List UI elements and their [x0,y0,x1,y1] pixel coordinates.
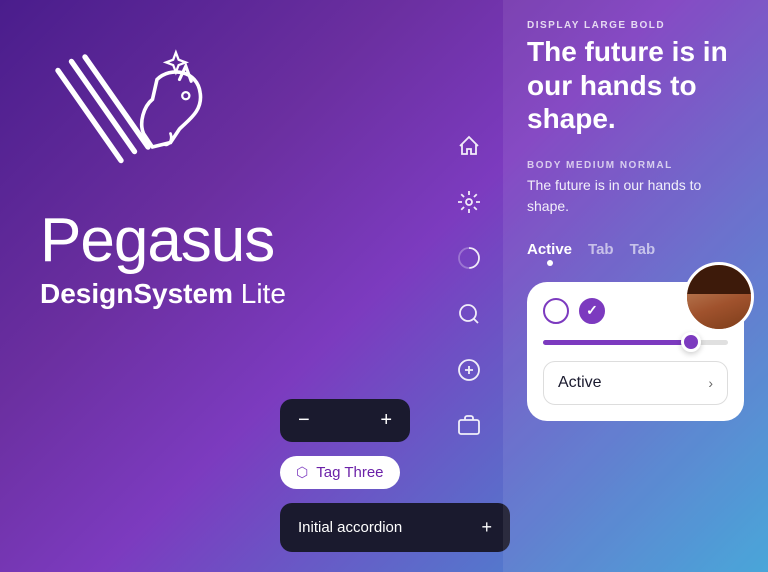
brand-name: Pegasus [40,210,286,272]
brand-subtitle-light: Lite [233,278,286,309]
nav-icons [455,0,483,572]
display-label: DISPLAY LARGE BOLD [527,20,744,31]
dropdown[interactable]: Active › [543,361,728,405]
stepper-minus[interactable]: − [298,409,310,432]
tab-active[interactable]: Active [527,241,572,262]
tabs-row: Active Tab Tab [527,241,744,262]
stepper-component[interactable]: − + [280,399,410,442]
radio-checked[interactable] [579,298,605,324]
card-icon[interactable] [455,412,483,440]
tab-2[interactable]: Tab [630,241,656,262]
brand-subtitle: DesignSystem Lite [40,278,286,310]
white-card: Active › [527,282,744,421]
accordion-expand-icon[interactable]: + [481,517,492,538]
tag-icon: ⬡ [296,464,308,481]
loader-icon[interactable] [455,244,483,272]
slider-thumb[interactable] [681,332,701,352]
accordion-label: Initial accordion [298,519,402,536]
tag-label: Tag Three [316,464,383,481]
settings-icon[interactable] [455,188,483,216]
dropdown-label: Active [558,374,602,392]
body-label: BODY MEDIUM NORMAL [527,160,744,171]
main-container: Pegasus DesignSystem Lite − + ⬡ Tag Thre… [0,0,768,572]
home-icon[interactable] [455,132,483,160]
brand-text: Pegasus DesignSystem Lite [40,210,286,310]
tag-component[interactable]: ⬡ Tag Three [280,456,400,489]
right-panel: DISPLAY LARGE BOLD The future is in our … [503,0,768,572]
chevron-right-icon: › [708,375,713,391]
brand-subtitle-bold: DesignSystem [40,278,233,309]
logo-area [40,40,220,200]
slider-fill [543,340,691,345]
radio-unchecked[interactable] [543,298,569,324]
pegasus-logo [40,40,220,200]
panel-heading: The future is in our hands to shape. [527,35,744,136]
panel-body-text: The future is in our hands to shape. [527,175,744,217]
slider-track [543,340,728,345]
search-icon[interactable] [455,300,483,328]
slider-container[interactable] [543,338,728,347]
stepper-plus[interactable]: + [380,409,392,432]
avatar [684,262,754,332]
tab-1[interactable]: Tab [588,241,614,262]
avatar-face [687,265,751,329]
plus-circle-icon[interactable] [455,356,483,384]
